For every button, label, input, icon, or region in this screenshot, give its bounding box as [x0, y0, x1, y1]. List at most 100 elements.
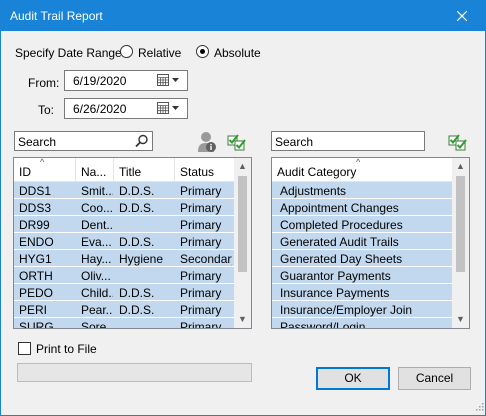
table-cell: Oliv...: [81, 269, 111, 283]
table-cell: Primary: [180, 303, 222, 317]
table-cell: Eva...: [81, 235, 112, 249]
table-cell: Secondary: [180, 252, 232, 266]
to-label: To:: [38, 103, 55, 117]
table-cell: PERI: [19, 303, 48, 317]
select-all-providers-icon[interactable]: [227, 133, 247, 154]
from-date-value: 6/19/2020: [73, 74, 127, 88]
table-row[interactable]: PERI Pear... D.D.S. Primary: [14, 301, 234, 318]
provider-info-icon[interactable]: [197, 131, 217, 156]
close-icon[interactable]: [439, 1, 485, 31]
table-cell: Coo...: [81, 201, 113, 215]
progress-bar: [17, 363, 252, 382]
table-cell: SURG: [19, 320, 54, 329]
categories-grid[interactable]: ^ Audit Category Adjustments Appointment …: [271, 157, 470, 329]
select-all-categories-icon[interactable]: [448, 133, 468, 154]
list-item[interactable]: Adjustments: [272, 182, 452, 199]
table-row[interactable]: DDS1 Smit... D.D.S. Primary: [14, 182, 234, 199]
table-cell: Child...: [81, 286, 113, 300]
list-item[interactable]: Insurance/Employer Join: [272, 301, 452, 318]
column-header-name[interactable]: Na...: [76, 158, 114, 182]
scroll-up-icon[interactable]: ▲: [234, 158, 251, 175]
column-header-title[interactable]: Title: [114, 158, 175, 182]
scroll-down-icon[interactable]: ▼: [452, 311, 469, 328]
categories-scrollbar[interactable]: ▲ ▼: [452, 158, 469, 328]
absolute-radio[interactable]: [196, 45, 209, 58]
providers-grid[interactable]: ^ ID Na... Title Status DDS1 Smit... D.D.S…: [13, 157, 252, 329]
category-search-input[interactable]: Search: [271, 131, 425, 151]
table-cell: ORTH: [19, 269, 53, 283]
table-cell: Primary: [180, 235, 222, 249]
list-item[interactable]: Generated Audit Trails: [272, 233, 452, 250]
table-cell: DDS3: [19, 201, 52, 215]
from-label: From:: [28, 76, 60, 90]
scroll-thumb[interactable]: [456, 176, 465, 272]
cancel-button[interactable]: Cancel: [398, 367, 471, 390]
category-search-placeholder: Search: [275, 135, 314, 149]
table-cell: D.D.S.: [119, 235, 155, 249]
scroll-up-icon[interactable]: ▲: [452, 158, 469, 175]
list-item-label: Generated Day Sheets: [280, 252, 403, 266]
to-date-picker[interactable]: 6/26/2020: [64, 98, 188, 119]
column-header-status[interactable]: Status: [175, 158, 235, 182]
table-cell: DDS1: [19, 184, 52, 198]
relative-radio[interactable]: [120, 45, 133, 58]
providers-scrollbar[interactable]: ▲ ▼: [234, 158, 251, 328]
categories-grid-header: ^ Audit Category: [272, 158, 469, 182]
window-title: Audit Trail Report: [10, 9, 103, 23]
provider-search-placeholder: Search: [18, 135, 57, 149]
table-cell: HYG1: [19, 252, 52, 266]
providers-grid-header: ^ ID Na... Title Status: [14, 158, 251, 182]
table-cell: Primary: [180, 269, 222, 283]
list-item[interactable]: Completed Procedures: [272, 216, 452, 233]
print-to-file-checkbox[interactable]: [18, 342, 31, 355]
list-item-label: Completed Procedures: [280, 218, 403, 232]
scroll-thumb[interactable]: [238, 176, 247, 272]
table-row[interactable]: SURG Sore... Primary: [14, 318, 234, 329]
print-to-file-label[interactable]: Print to File: [36, 342, 97, 356]
ok-button[interactable]: OK: [316, 367, 390, 390]
table-cell: Primary: [180, 184, 222, 198]
date-range-label: Specify Date Range: [15, 46, 122, 60]
list-item-label: Generated Audit Trails: [280, 235, 399, 249]
list-item-label: Password/Login: [280, 320, 366, 329]
list-item[interactable]: Guarantor Payments: [272, 267, 452, 284]
table-row[interactable]: HYG1 Hay... Hygiene Secondary: [14, 250, 234, 267]
resize-grip-icon[interactable]: [474, 400, 484, 414]
list-item[interactable]: Insurance Payments: [272, 284, 452, 301]
table-cell: Pear...: [81, 303, 113, 317]
column-header-id[interactable]: ^ ID: [14, 158, 76, 182]
list-item-label: Guarantor Payments: [280, 269, 391, 283]
table-cell: D.D.S.: [119, 286, 155, 300]
table-cell: Primary: [180, 286, 222, 300]
table-cell: Dent...: [81, 218, 113, 232]
provider-search-input[interactable]: Search: [14, 131, 153, 151]
table-cell: Hygiene: [119, 252, 164, 266]
title-bar: Audit Trail Report: [1, 1, 485, 31]
from-date-picker[interactable]: 6/19/2020: [64, 70, 188, 91]
audit-trail-dialog: Audit Trail Report Specify Date Range Re…: [0, 0, 486, 416]
calendar-dropdown-icon[interactable]: [157, 102, 181, 117]
table-cell: ENDO: [19, 235, 54, 249]
table-cell: Sore...: [81, 320, 113, 329]
table-row[interactable]: PEDO Child... D.D.S. Primary: [14, 284, 234, 301]
column-header-audit-category[interactable]: ^ Audit Category: [272, 158, 452, 182]
table-row[interactable]: ENDO Eva... D.D.S. Primary: [14, 233, 234, 250]
table-row[interactable]: DDS3 Coo... D.D.S. Primary: [14, 199, 234, 216]
sort-ascending-icon: ^: [356, 158, 361, 167]
table-cell: PEDO: [19, 286, 54, 300]
table-row[interactable]: DR99 Dent... Primary: [14, 216, 234, 233]
relative-radio-label[interactable]: Relative: [138, 46, 181, 60]
calendar-dropdown-icon[interactable]: [157, 74, 181, 89]
absolute-radio-label[interactable]: Absolute: [214, 46, 261, 60]
table-cell: D.D.S.: [119, 303, 155, 317]
list-item[interactable]: Appointment Changes: [272, 199, 452, 216]
list-item[interactable]: Password/Login: [272, 318, 452, 329]
table-row[interactable]: ORTH Oliv... Primary: [14, 267, 234, 284]
table-cell: Smit...: [81, 184, 113, 198]
table-cell: DR99: [19, 218, 50, 232]
list-item[interactable]: Generated Day Sheets: [272, 250, 452, 267]
list-item-label: Insurance Payments: [280, 286, 390, 300]
search-icon[interactable]: [135, 134, 149, 151]
table-cell: Primary: [180, 218, 222, 232]
scroll-down-icon[interactable]: ▼: [234, 311, 251, 328]
